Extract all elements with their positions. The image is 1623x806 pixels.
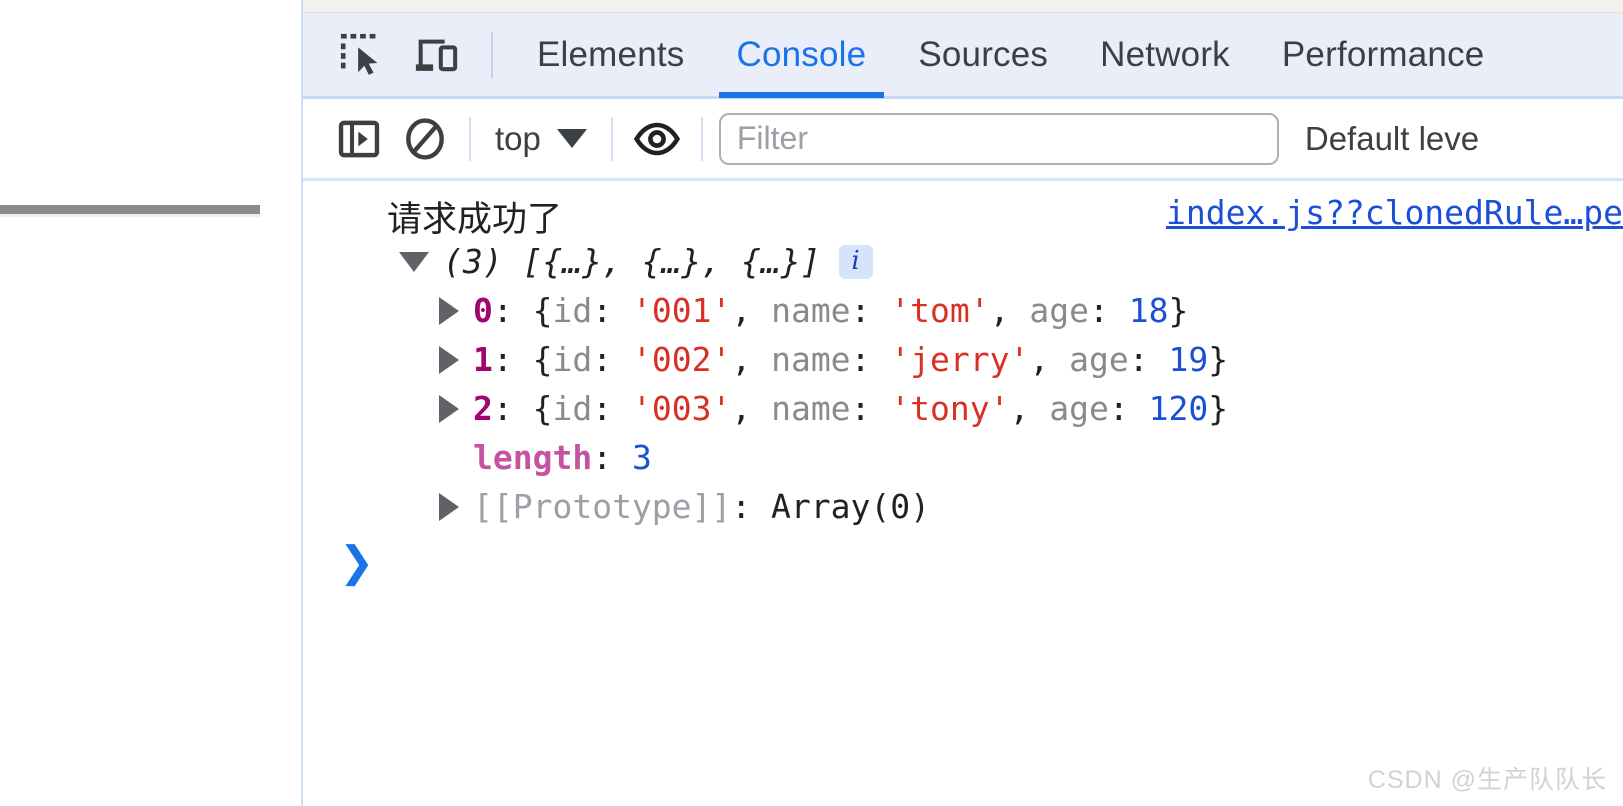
length-key: length xyxy=(473,438,593,477)
item-age-key: age xyxy=(1049,389,1109,428)
csdn-watermark: CSDN @生产队队长 xyxy=(1367,766,1607,794)
expand-triangle-right-icon[interactable] xyxy=(439,492,459,521)
item-index: 0 xyxy=(473,291,493,330)
device-toolbar-icon[interactable] xyxy=(405,24,467,86)
inspect-element-glyph xyxy=(340,33,378,75)
prototype-value: Array(0) xyxy=(771,487,930,526)
expand-triangle-right-icon[interactable] xyxy=(439,296,459,325)
expand-triangle-right-icon[interactable] xyxy=(439,345,459,374)
sidebar-toggle-glyph xyxy=(338,120,380,157)
item-age-value: 120 xyxy=(1148,389,1209,428)
item-id-key: id xyxy=(552,340,593,379)
array-item-row[interactable]: 0 : { id : '001' , name : 'tom' , age : … xyxy=(303,286,1623,335)
array-item-row[interactable]: 2 : { id : '003' , name : 'tony' , age :… xyxy=(303,384,1623,433)
console-source-link[interactable]: index.js??clonedRule…pe xyxy=(1166,193,1623,232)
prompt-chevron-icon: ❯ xyxy=(339,537,375,585)
inspect-element-icon[interactable] xyxy=(331,24,393,86)
item-index: 2 xyxy=(473,389,493,428)
tab-network[interactable]: Network xyxy=(1074,12,1256,98)
length-value: 3 xyxy=(631,438,652,477)
item-name-key: name xyxy=(771,291,851,330)
live-expression-eye-icon[interactable] xyxy=(629,111,685,167)
item-index: 1 xyxy=(473,340,493,379)
item-age-key: age xyxy=(1069,340,1129,379)
expand-triangle-down-icon[interactable] xyxy=(399,251,429,272)
execution-context-label: top xyxy=(495,119,541,157)
array-preview-row[interactable]: (3) [{…}, {…}, {…}] i xyxy=(303,237,1623,286)
array-length-row: length : 3 xyxy=(303,433,1623,482)
eye-glyph xyxy=(633,122,680,155)
array-count: (3) xyxy=(443,242,503,281)
console-output-area: 请求成功了 index.js??clonedRule…pe (3) [{…}, … xyxy=(303,181,1623,806)
prototype-row[interactable]: [[Prototype]] : Array(0) xyxy=(303,482,1623,531)
item-name-key: name xyxy=(771,340,851,379)
item-age-value: 18 xyxy=(1128,291,1169,330)
console-toolbar: top Default leve xyxy=(303,99,1623,181)
console-prompt-row[interactable]: ❯ xyxy=(303,531,1623,591)
toolbar-separator-1 xyxy=(469,116,471,161)
tab-performance[interactable]: Performance xyxy=(1256,12,1511,98)
execution-context-dropdown[interactable]: top xyxy=(487,120,595,158)
item-age-key: age xyxy=(1029,291,1090,330)
console-log-entry: 请求成功了 index.js??clonedRule…pe (3) [{…}, … xyxy=(303,181,1623,526)
tab-sources[interactable]: Sources xyxy=(892,12,1074,98)
tab-console[interactable]: Console xyxy=(711,12,893,98)
toolbar-separator-3 xyxy=(700,116,703,161)
console-filter-input[interactable] xyxy=(718,112,1279,165)
log-level-dropdown[interactable]: Default leve xyxy=(1305,120,1479,158)
array-item-row[interactable]: 1 : { id : '002' , name : 'jerry' , age … xyxy=(303,335,1623,384)
expand-triangle-right-icon[interactable] xyxy=(439,394,459,423)
item-id-value: '001' xyxy=(631,291,732,330)
web-page-area xyxy=(0,0,301,806)
item-name-value: 'jerry' xyxy=(890,340,1030,379)
array-preview-text: [{…}, {…}, {…}] xyxy=(522,242,821,281)
item-name-value: 'tony' xyxy=(890,389,1010,428)
devtools-tabbar: Elements Console Sources Network Perform… xyxy=(303,13,1623,99)
console-message-text: 请求成功了 xyxy=(387,200,563,239)
clear-console-icon[interactable] xyxy=(397,111,453,167)
item-name-key: name xyxy=(771,389,851,428)
tab-elements[interactable]: Elements xyxy=(511,12,711,98)
page-gray-bar xyxy=(0,205,260,217)
devtools-panel: Elements Console Sources Network Perform… xyxy=(301,0,1623,806)
chevron-down-icon xyxy=(556,129,587,148)
item-id-key: id xyxy=(552,291,593,330)
item-id-value: '002' xyxy=(631,340,732,379)
toolbar-separator-2 xyxy=(610,116,613,161)
tabbar-divider xyxy=(491,31,493,78)
item-id-value: '003' xyxy=(631,389,732,428)
clear-console-glyph xyxy=(406,117,444,160)
console-sidebar-toggle-icon[interactable] xyxy=(331,111,387,167)
item-id-key: id xyxy=(552,389,593,428)
item-age-value: 19 xyxy=(1168,340,1209,379)
info-badge-icon[interactable]: i xyxy=(838,244,873,279)
prototype-key: [[Prototype]] xyxy=(473,487,732,526)
item-name-value: 'tom' xyxy=(890,291,990,330)
object-inspector-tree: (3) [{…}, {…}, {…}] i 0 : { id : '001' ,… xyxy=(303,237,1623,531)
device-toolbar-glyph xyxy=(415,39,458,71)
